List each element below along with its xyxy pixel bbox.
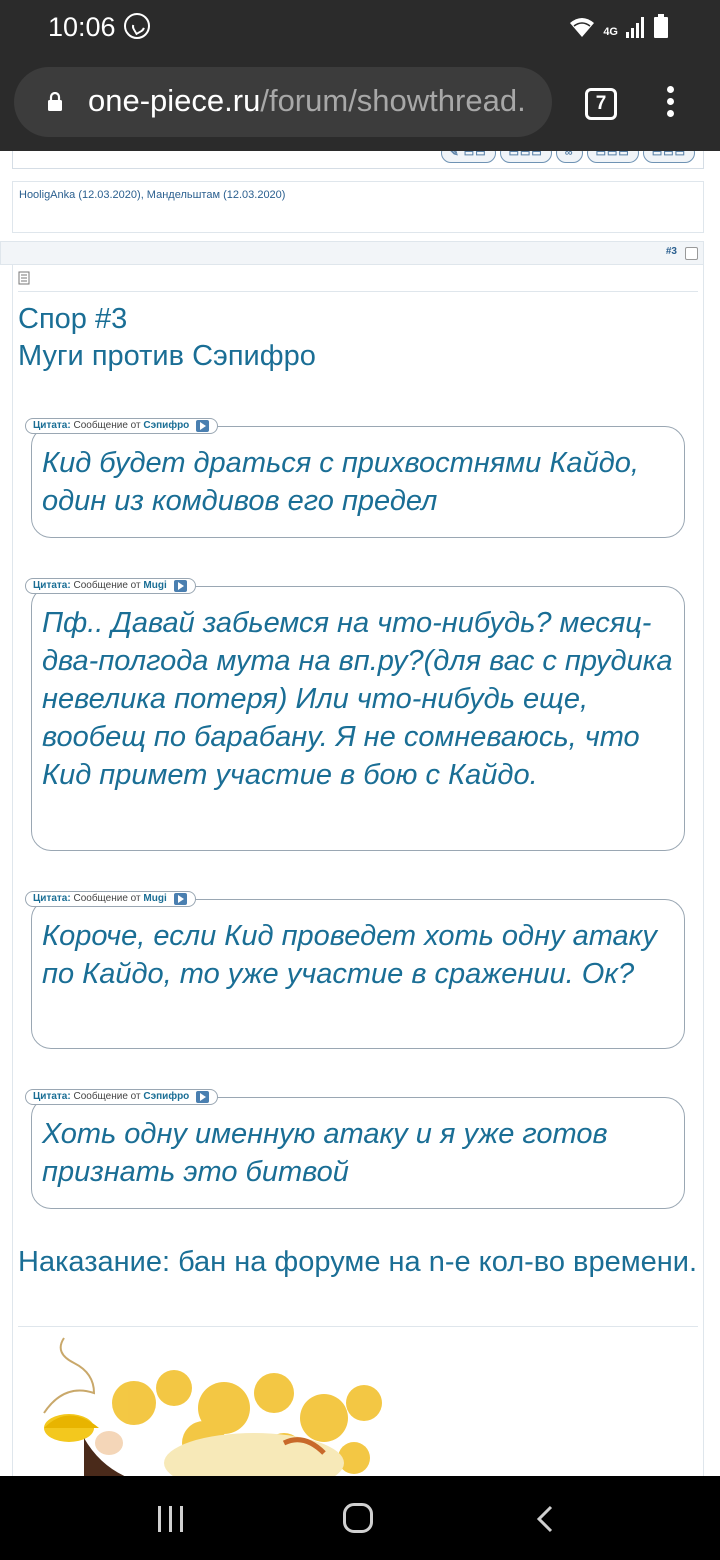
quote-from: Сообщение от xyxy=(73,580,141,591)
whatsapp-icon xyxy=(124,13,150,39)
quote-label: Цитата: Сообщение от Сэпифро xyxy=(25,1089,219,1105)
system-navigation-bar xyxy=(0,1476,720,1560)
wifi-icon xyxy=(569,16,595,38)
tab-switcher-button[interactable]: 7 xyxy=(585,88,617,120)
quote-block: Пф.. Давай забьемся на что-нибудь? месяц… xyxy=(31,586,685,851)
post-title-line-2: Муги против Сэпифро xyxy=(18,340,316,372)
status-icons: 4G xyxy=(569,14,668,38)
quote-from: Сообщение от xyxy=(73,420,141,431)
status-bar: 10:06 4G xyxy=(0,0,720,55)
view-post-icon[interactable] xyxy=(173,580,187,592)
quick-quote-button[interactable]: ▭▭▭ xyxy=(642,151,695,163)
thanks-box: HooligAnka (12.03.2020), Мандельштам (12… xyxy=(12,181,704,233)
quote-block: Кид будет драться с прихвостнями Кайдо, … xyxy=(31,426,685,538)
back-button[interactable] xyxy=(536,1505,554,1533)
quote-label-title: Цитата: xyxy=(33,580,71,591)
quote-text: Короче, если Кид проведет хоть одну атак… xyxy=(42,920,657,990)
signature-image xyxy=(24,1333,392,1476)
quote-text: Хоть одну именную атаку и я уже готов пр… xyxy=(42,1118,608,1188)
edit-button[interactable]: ✎ ▭▭ xyxy=(440,151,496,163)
quote-label: Цитата: Сообщение от Сэпифро xyxy=(25,418,219,434)
quote-author: Сэпифро xyxy=(143,1091,190,1102)
url-path: /forum/showthread. xyxy=(260,83,526,118)
view-post-icon[interactable] xyxy=(196,420,210,432)
clock: 10:06 xyxy=(48,12,116,42)
url-domain: one-piece.ru xyxy=(88,83,261,118)
quote-label-title: Цитата: xyxy=(33,1091,71,1102)
battery-icon xyxy=(654,14,668,38)
punishment-text: Наказание: бан на форуме на n-е кол-во в… xyxy=(18,1246,698,1278)
browser-toolbar: one-piece.ru/forum/showthread. 7 xyxy=(0,55,720,151)
signal-icon xyxy=(626,16,646,38)
reply-button[interactable]: ▭▭▭ xyxy=(586,151,639,163)
home-button[interactable] xyxy=(343,1503,373,1533)
quote-from: Сообщение от xyxy=(73,1091,141,1102)
post-select-checkbox[interactable] xyxy=(685,247,698,260)
quote-block: Хоть одну именную атаку и я уже готов пр… xyxy=(31,1097,685,1209)
quote-text: Пф.. Давай забьемся на что-нибудь? месяц… xyxy=(42,607,673,791)
menu-icon[interactable] xyxy=(662,86,678,122)
quote-label: Цитата: Сообщение от Mugi xyxy=(25,891,196,907)
quote-author: Mugi xyxy=(143,893,167,904)
quote-block: Короче, если Кид проведет хоть одну атак… xyxy=(31,899,685,1049)
thanks-names[interactable]: HooligAnka (12.03.2020), Мандельштам (12… xyxy=(19,189,285,201)
view-post-icon[interactable] xyxy=(173,893,187,905)
quote-label: Цитата: Сообщение от Mugi xyxy=(25,578,196,594)
address-bar[interactable]: one-piece.ru/forum/showthread. xyxy=(14,67,552,137)
quote-author: Mugi xyxy=(143,580,167,591)
previous-post-footer: ✎ ▭▭ ▭▭▭ ∞ ▭▭▭ ▭▭▭ xyxy=(12,151,704,169)
lock-icon xyxy=(48,92,62,111)
network-type: 4G xyxy=(603,26,618,38)
post-title-line-1: Спор #3 xyxy=(18,303,128,335)
url-text[interactable]: one-piece.ru/forum/showthread. xyxy=(88,83,526,119)
page-content: ✎ ▭▭ ▭▭▭ ∞ ▭▭▭ ▭▭▭ HooligAnka (12.03.202… xyxy=(0,151,720,1476)
post-divider xyxy=(18,291,698,292)
quote-from: Сообщение от xyxy=(73,893,141,904)
quote-button[interactable]: ▭▭▭ xyxy=(499,151,552,163)
quote-label-title: Цитата: xyxy=(33,420,71,431)
quote-text: Кид будет драться с прихвостнями Кайдо, … xyxy=(42,447,639,517)
view-post-icon[interactable] xyxy=(196,1091,210,1103)
post-icon xyxy=(18,271,30,285)
signature-divider xyxy=(18,1326,698,1327)
quote-author: Сэпифро xyxy=(143,420,190,431)
quote-label-title: Цитата: xyxy=(33,893,71,904)
multiquote-button[interactable]: ∞ xyxy=(555,151,583,163)
post-header: #3 xyxy=(0,241,704,265)
post-title: Спор #3 Муги против Сэпифро xyxy=(18,301,316,375)
post-number-link[interactable]: #3 xyxy=(666,246,677,257)
post-buttons: ✎ ▭▭ ▭▭▭ ∞ ▭▭▭ ▭▭▭ xyxy=(440,151,695,163)
recent-apps-button[interactable] xyxy=(156,1506,186,1532)
